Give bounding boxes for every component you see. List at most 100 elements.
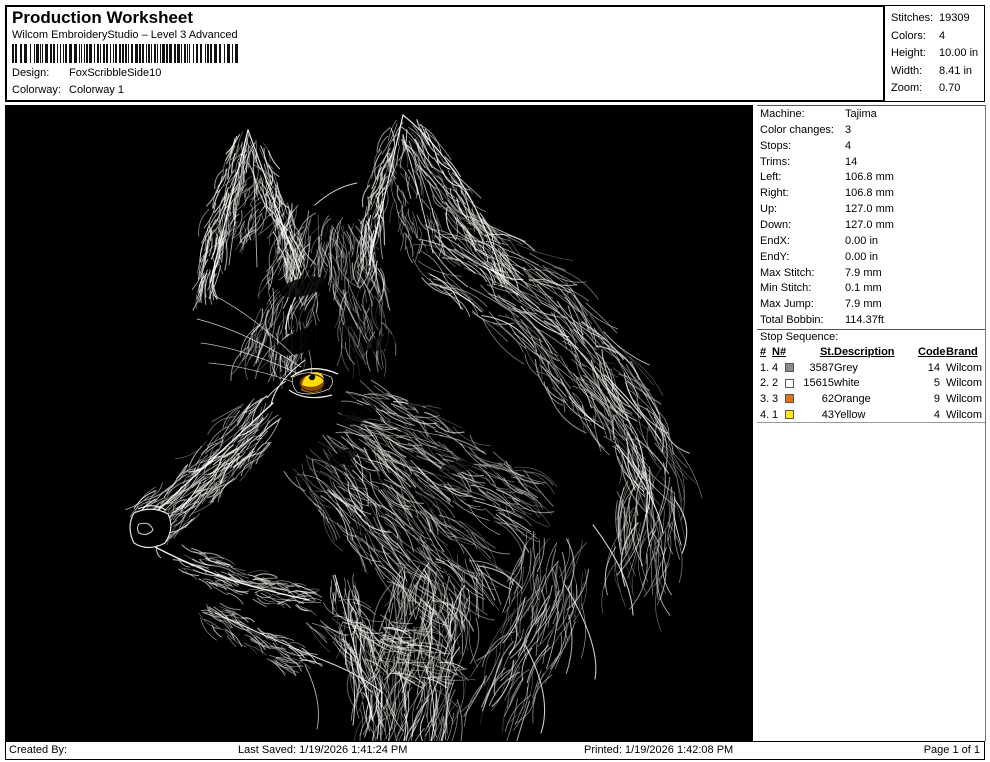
wolf-embroidery-artwork [5,105,753,741]
machine-info-row: Down:127.0 mm [760,218,984,234]
thread-brand: Wilcom [940,377,983,389]
machine-info-value: 7.9 mm [845,267,882,279]
machine-info-row: Trims:14 [760,155,984,171]
summary-row: Stitches:19309 [891,10,984,28]
worksheet-header: Production Worksheet Wilcom EmbroiderySt… [5,5,885,102]
machine-info-row: Total Bobbin:114.37ft [760,313,984,329]
colorway-value: Colorway 1 [69,84,124,96]
thread-description: Grey [834,362,918,374]
machine-info-value: 106.8 mm [845,187,894,199]
stop-number: 4. [760,409,772,421]
summary-row: Width:8.41 in [891,63,984,81]
summary-label: Colors: [891,28,939,46]
machine-info-label: Max Stitch: [760,266,845,282]
barcode [12,44,242,63]
machine-info-row: Stops:4 [760,139,984,155]
printed-label: Printed: 1/19/2026 1:42:08 PM [584,742,733,759]
stop-sequence-row: 4. 1 43 Yellow 4 Wilcom [760,407,983,423]
col-description: Description [834,346,918,358]
machine-info-value: Tajima [845,108,877,120]
needle-number: 4 [772,362,785,374]
needle-number: 1 [772,409,785,421]
footer-bar: Created By: Last Saved: 1/19/2026 1:41:2… [5,741,985,760]
app-subtitle: Wilcom EmbroideryStudio – Level 3 Advanc… [12,29,238,41]
thread-color-swatch [785,379,800,388]
machine-info-row: Left:106.8 mm [760,170,984,186]
thread-code: 9 [918,393,940,405]
thread-description: Orange [834,393,918,405]
summary-label: Height: [891,45,939,63]
machine-info-value: 0.1 mm [845,282,882,294]
thread-color-swatch [785,410,800,419]
machine-info-row: Min Stitch:0.1 mm [760,281,984,297]
stitch-count: 43 [800,409,834,421]
col-code: Code [918,346,940,358]
thread-brand: Wilcom [940,393,983,405]
needle-number: 3 [772,393,785,405]
summary-label: Width: [891,63,939,81]
machine-info-label: Right: [760,186,845,202]
machine-info-label: Left: [760,170,845,186]
divider [757,329,985,330]
created-by-label: Created By: [9,742,67,759]
stop-sequence-row: 2. 2 15615 white 5 Wilcom [760,375,983,391]
design-summary-box: Stitches:19309 Colors:4 Height:10.00 in … [884,5,985,102]
col-needle: N# [772,346,785,358]
machine-info-row: Max Jump:7.9 mm [760,297,984,313]
thread-brand: Wilcom [940,409,983,421]
colorway-label: Colorway: [12,83,69,97]
machine-info-row: Max Stitch:7.9 mm [760,266,984,282]
thread-brand: Wilcom [940,362,983,374]
machine-info-value: 106.8 mm [845,171,894,183]
machine-info-label: EndY: [760,250,845,266]
summary-value: 8.41 in [939,65,972,77]
machine-info-row: Up:127.0 mm [760,202,984,218]
summary-label: Stitches: [891,10,939,28]
stop-sequence-rows: 1. 4 3587 Grey 14 Wilcom 2. 2 15615 whit… [760,360,983,423]
stop-sequence-title: Stop Sequence: [760,331,838,343]
machine-info-label: Color changes: [760,123,845,139]
machine-info-row: Machine:Tajima [760,107,984,123]
design-label: Design: [12,66,69,80]
machine-info-label: Up: [760,202,845,218]
summary-value: 0.70 [939,82,960,94]
col-brand: Brand [940,346,983,358]
machine-info-label: Max Jump: [760,297,845,313]
machine-info-value: 7.9 mm [845,298,882,310]
summary-row: Zoom:0.70 [891,80,984,98]
stop-sequence-header: # N# St. Description Code Brand [760,344,983,360]
divider [757,422,985,423]
machine-info-label: Total Bobbin: [760,313,845,329]
thread-color-swatch [785,363,800,372]
stop-number: 1. [760,362,772,374]
machine-info-label: Down: [760,218,845,234]
stitch-count: 3587 [800,362,834,374]
stop-sequence-row: 3. 3 62 Orange 9 Wilcom [760,391,983,407]
machine-info-value: 14 [845,156,857,168]
stop-sequence-table: # N# St. Description Code Brand 1. 4 358… [760,344,983,422]
thread-code: 4 [918,409,940,421]
thread-description: white [834,377,918,389]
thread-color-swatch [785,394,800,403]
machine-info-rows: Machine:Tajima Color changes:3 Stops:4 T… [760,107,984,329]
summary-value: 10.00 in [939,47,978,59]
machine-info-value: 4 [845,140,851,152]
thread-code: 14 [918,362,940,374]
stop-number: 2. [760,377,772,389]
thread-description: Yellow [834,409,918,421]
machine-info-value: 3 [845,124,851,136]
machine-info-value: 127.0 mm [845,203,894,215]
summary-label: Zoom: [891,80,939,98]
stitch-count: 62 [800,393,834,405]
machine-info-label: Trims: [760,155,845,171]
col-num: # [760,346,772,358]
thread-code: 5 [918,377,940,389]
design-preview-canvas [5,105,753,741]
page-indicator: Page 1 of 1 [924,742,980,759]
col-stitches: St. [785,346,834,358]
machine-info-row: EndY:0.00 in [760,250,984,266]
machine-info-row: Color changes:3 [760,123,984,139]
machine-info-value: 0.00 in [845,235,878,247]
machine-info-row: Right:106.8 mm [760,186,984,202]
design-value: FoxScribbleSide10 [69,67,161,79]
